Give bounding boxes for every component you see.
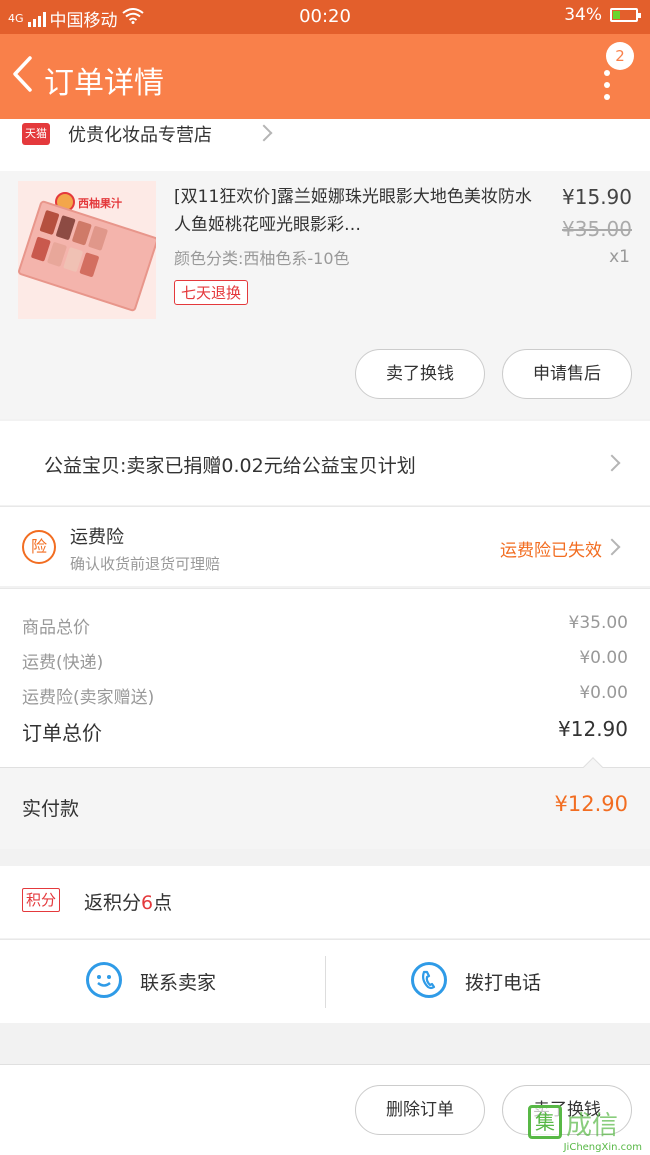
order-total-label: 订单总价 — [22, 721, 102, 745]
more-options-icon[interactable] — [604, 70, 610, 106]
footer-actions: 删除订单 卖了换钱 集 成信 JiChengXin.com — [0, 1064, 650, 1155]
eyeshadow-swatch — [87, 225, 109, 251]
paid-amount-bar: 实付款 ¥12.90 — [0, 767, 650, 849]
tmall-badge: 天猫 — [22, 123, 50, 145]
product-item[interactable]: 西柚果汁 [双11狂欢价]露兰姬娜珠光眼影大地色美妆防水人鱼姬桃花哑光眼影彩… … — [0, 171, 650, 419]
order-totals: 商品总价 ¥35.00 运费(快递) ¥0.00 运费险(卖家赠送) ¥0.00… — [0, 588, 650, 849]
return-policy-tag: 七天退换 — [174, 280, 249, 305]
charity-row[interactable]: 公益宝贝:卖家已捐赠0.02元给公益宝贝计划 — [0, 421, 650, 505]
shipping-fee-value: ¥0.00 — [579, 648, 628, 668]
shop-name[interactable]: 优贵化妆品专营店 — [68, 121, 212, 147]
message-count-badge[interactable]: 2 — [606, 42, 634, 70]
insurance-icon: 险 — [22, 530, 56, 564]
back-arrow-icon[interactable] — [10, 54, 34, 101]
insurance-status: 运费险已失效 — [500, 541, 602, 561]
shop-row[interactable]: 天猫 优贵化妆品专营店 — [0, 119, 650, 171]
eyeshadow-palette-image — [18, 199, 156, 313]
watermark-logo: 集 — [528, 1105, 562, 1139]
contact-bar: 联系卖家 拨打电话 — [0, 939, 650, 1023]
product-title[interactable]: [双11狂欢价]露兰姬娜珠光眼影大地色美妆防水人鱼姬桃花哑光眼影彩… — [174, 183, 540, 239]
points-count: 6 — [141, 892, 154, 914]
points-prefix: 返积分 — [84, 892, 142, 914]
insurance-fee-value: ¥0.00 — [579, 683, 628, 703]
points-text: 返积分6点 — [84, 888, 172, 915]
goods-total-line: 商品总价 ¥35.00 — [22, 613, 628, 638]
delete-order-button[interactable]: 删除订单 — [355, 1085, 485, 1135]
paid-value: ¥12.90 — [554, 792, 628, 816]
points-row: 积分 返积分6点 — [0, 866, 650, 938]
page-title: 订单详情 — [44, 66, 164, 101]
battery-fill — [613, 11, 620, 19]
order-total-value: ¥12.90 — [558, 717, 628, 741]
paid-label: 实付款 — [22, 798, 80, 820]
insurance-subtitle: 确认收货前退货可理赔 — [70, 555, 221, 573]
goods-total-value: ¥35.00 — [568, 613, 628, 633]
shipping-fee-line: 运费(快递) ¥0.00 — [22, 648, 628, 673]
call-button[interactable]: 拨打电话 — [325, 940, 650, 1024]
goods-total-label: 商品总价 — [22, 618, 90, 638]
product-quantity: x1 — [609, 247, 630, 267]
eyeshadow-swatch — [79, 252, 100, 278]
shipping-insurance-row[interactable]: 险 运费险 确认收货前退货可理赔 运费险已失效 — [0, 506, 650, 586]
chevron-right-icon — [603, 538, 621, 556]
clock: 00:20 — [299, 6, 351, 27]
charity-text: 公益宝贝:卖家已捐赠0.02元给公益宝贝计划 — [44, 455, 416, 477]
order-total-line: 订单总价 ¥12.90 — [22, 717, 628, 746]
nav-bar: 订单详情 2 — [0, 34, 650, 119]
product-sku: 颜色分类:西柚色系-10色 — [174, 249, 350, 268]
phone-icon — [411, 962, 447, 998]
contact-seller-label: 联系卖家 — [140, 972, 217, 994]
after-sale-button[interactable]: 申请售后 — [502, 349, 632, 399]
brand-logo-text: 西柚果汁 — [78, 197, 122, 210]
contact-seller-button[interactable]: 联系卖家 — [0, 940, 325, 1024]
battery-icon — [610, 8, 641, 22]
watermark: 集 成信 JiChengXin.com — [528, 1103, 646, 1153]
chevron-right-icon — [603, 454, 621, 472]
sell-button[interactable]: 卖了换钱 — [355, 349, 485, 399]
chevron-right-icon — [255, 124, 273, 142]
watermark-text: 成信 — [566, 1111, 619, 1141]
insurance-fee-label: 运费险(卖家赠送) — [22, 688, 155, 708]
status-bar: 4G 中国移动 00:20 34% — [0, 0, 650, 34]
status-right: 34% — [564, 5, 641, 25]
watermark-url: JiChengXin.com — [563, 1142, 642, 1153]
shipping-fee-label: 运费(快递) — [22, 653, 104, 673]
original-price: ¥35.00 — [562, 217, 632, 241]
call-label: 拨打电话 — [465, 972, 542, 994]
product-image[interactable]: 西柚果汁 — [18, 181, 156, 319]
points-suffix: 点 — [153, 892, 173, 914]
points-tag: 积分 — [22, 888, 61, 912]
insurance-title: 运费险 — [70, 527, 124, 548]
battery-percent: 34% — [564, 5, 602, 25]
insurance-fee-line: 运费险(卖家赠送) ¥0.00 — [22, 683, 628, 708]
chat-icon — [86, 962, 122, 998]
product-price: ¥15.90 — [562, 185, 632, 209]
